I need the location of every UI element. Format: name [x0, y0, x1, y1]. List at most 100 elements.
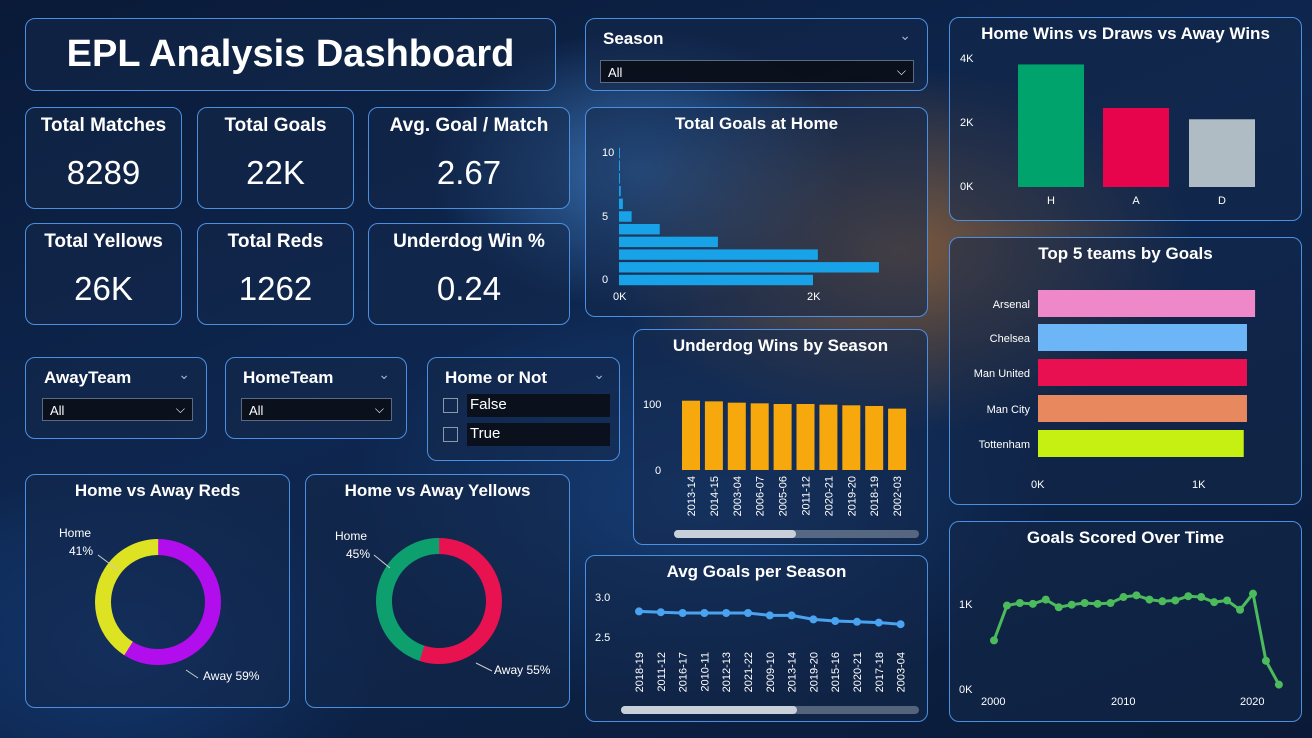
bar-H[interactable] [1018, 64, 1084, 187]
goals-home-chart: Total Goals at Home 10 5 0 0K 2K [585, 107, 928, 317]
home-team-slicer-title: HomeTeam [243, 368, 334, 387]
data-point[interactable] [990, 636, 998, 645]
option-true[interactable]: True [443, 423, 611, 446]
data-point[interactable] [635, 607, 643, 616]
x-tick-label: 2020 [1240, 696, 1264, 708]
data-point[interactable] [896, 620, 905, 629]
bar-season[interactable] [796, 404, 815, 470]
season-dropdown[interactable]: All ⌵ [600, 60, 914, 83]
chevron-down-icon[interactable]: ⌄ [899, 27, 911, 44]
x-tick-label: 2011-12 [801, 476, 813, 516]
bar-team[interactable] [1038, 324, 1247, 351]
data-point[interactable] [787, 611, 796, 620]
data-point[interactable] [1274, 680, 1283, 689]
bar-season[interactable] [865, 405, 884, 470]
data-point[interactable] [1002, 601, 1011, 610]
kpi-label: Total Goals [224, 115, 327, 136]
data-point[interactable] [853, 617, 861, 626]
kpi-total-matches: Total Matches 8289 [25, 107, 182, 209]
avg-season-svg: 3.0 2.5 2018-19 2011-12 2016-17 2010-11 2012… [595, 592, 919, 714]
data-point[interactable] [1145, 595, 1154, 604]
chevron-down-icon[interactable]: ⌄ [178, 366, 190, 383]
data-point[interactable] [1236, 605, 1245, 614]
bar-goals-4[interactable] [619, 223, 660, 235]
kpi-total-reds: Total Reds 1262 [197, 223, 354, 325]
home-team-dropdown[interactable]: All ⌵ [241, 398, 392, 421]
bar-goals-2[interactable] [619, 249, 818, 260]
chevron-down-icon[interactable]: ⌄ [378, 366, 390, 383]
bar-goals-0[interactable] [619, 274, 813, 286]
data-point[interactable] [700, 609, 709, 617]
x-tick-label: 1K [1192, 479, 1206, 491]
bar-team[interactable] [1038, 395, 1247, 422]
data-point[interactable] [1119, 593, 1128, 602]
data-point[interactable] [1210, 598, 1219, 607]
scrollbar-thumb[interactable] [621, 706, 797, 714]
bar-season[interactable] [888, 408, 907, 470]
data-point[interactable] [831, 617, 840, 625]
bar-team[interactable] [1038, 359, 1247, 386]
x-tick-label: 2K [807, 291, 821, 303]
data-point[interactable] [809, 615, 818, 624]
avg-season-chart: Avg Goals per Season 3.0 2.5 2018-19 2011… [585, 555, 928, 722]
data-point[interactable] [1223, 596, 1232, 605]
results-chart: Home Wins vs Draws vs Away Wins 4K 2K 0K… [949, 17, 1302, 221]
data-point[interactable] [1184, 592, 1193, 601]
data-point[interactable] [1132, 591, 1141, 600]
data-point[interactable] [1093, 599, 1102, 608]
bar-goals-6[interactable] [619, 198, 623, 210]
goals-line [992, 590, 1281, 686]
bar-goals-9[interactable] [619, 160, 620, 171]
data-point[interactable] [1028, 599, 1037, 608]
bar-season[interactable] [704, 401, 723, 470]
data-point[interactable] [874, 618, 883, 627]
bar-goals-8[interactable] [619, 173, 620, 184]
data-point[interactable] [678, 609, 687, 617]
data-point[interactable] [1197, 593, 1206, 602]
data-point[interactable] [765, 611, 774, 620]
bar-goals-1[interactable] [619, 262, 879, 273]
away-team-dropdown[interactable]: All ⌵ [42, 398, 193, 421]
scrollbar-thumb[interactable] [674, 530, 796, 538]
checkbox[interactable] [443, 427, 458, 442]
bar-season[interactable] [842, 405, 861, 470]
y-tick-label: Arsenal [993, 299, 1030, 311]
checkbox[interactable] [443, 398, 458, 413]
data-point[interactable] [1054, 603, 1063, 612]
data-point[interactable] [1158, 597, 1167, 606]
x-tick-label: 2011-12 [656, 652, 668, 692]
bar-A[interactable] [1103, 107, 1169, 187]
kpi-value: 26K [74, 270, 133, 307]
data-point[interactable] [722, 609, 731, 617]
data-point[interactable] [1041, 595, 1050, 604]
data-point[interactable] [656, 608, 665, 617]
option-false[interactable]: False [443, 394, 611, 417]
data-point[interactable] [1261, 656, 1270, 665]
bar-goals-5[interactable] [619, 211, 632, 222]
chevron-down-icon[interactable]: ⌄ [593, 366, 605, 383]
bar-season[interactable] [750, 403, 769, 470]
bar-season[interactable] [819, 404, 838, 470]
kpi-value: 1262 [238, 270, 313, 307]
data-point[interactable] [744, 609, 752, 617]
data-point[interactable] [1080, 599, 1089, 607]
y-tick-label: 1K [959, 599, 973, 611]
data-point[interactable] [1106, 599, 1115, 607]
kpi-value: 22K [246, 154, 305, 191]
bar-goals-10[interactable] [619, 147, 620, 159]
data-point[interactable] [1171, 596, 1180, 605]
kpi-label: Total Yellows [44, 231, 163, 252]
bar-season[interactable] [773, 404, 792, 470]
bar-D[interactable] [1189, 119, 1255, 187]
data-point[interactable] [1067, 600, 1076, 609]
data-point[interactable] [1249, 589, 1257, 598]
bar-team[interactable] [1038, 290, 1256, 317]
bar-season[interactable] [727, 402, 746, 470]
y-tick-label: 2K [960, 117, 974, 129]
data-point[interactable] [1015, 599, 1024, 607]
x-tick-label: H [1047, 195, 1055, 207]
bar-team[interactable] [1038, 430, 1244, 457]
bar-season[interactable] [682, 400, 700, 470]
bar-goals-7[interactable] [619, 185, 621, 197]
bar-goals-3[interactable] [619, 236, 718, 248]
